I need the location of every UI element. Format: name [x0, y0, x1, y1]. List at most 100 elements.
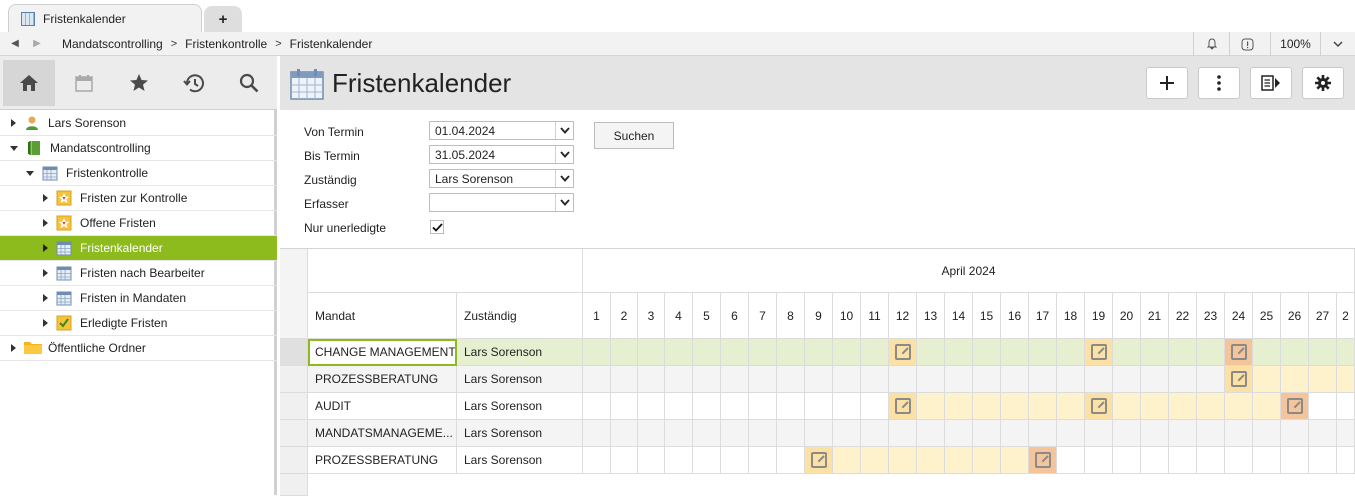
row-selector[interactable] [280, 366, 308, 393]
open-deadline-icon[interactable] [810, 452, 827, 468]
day-cell[interactable] [833, 339, 861, 366]
tree-item-fristen-in-mandaten[interactable]: Fristen in Mandaten [0, 286, 277, 311]
day-cell[interactable] [665, 420, 693, 447]
tree-item-fristenkalender[interactable]: Fristenkalender [0, 236, 277, 261]
day-cell[interactable] [1169, 447, 1197, 474]
zustaendig-select[interactable]: Lars Sorenson [429, 169, 574, 188]
alert-button[interactable] [1229, 32, 1265, 56]
day-cell[interactable] [1337, 339, 1355, 366]
day-cell[interactable] [638, 447, 665, 474]
day-cell[interactable] [973, 339, 1001, 366]
day-cell[interactable] [1253, 393, 1281, 420]
day-cell[interactable] [1029, 447, 1057, 474]
export-button[interactable] [1250, 67, 1292, 99]
day-cell[interactable] [805, 420, 833, 447]
settings-button[interactable] [1302, 67, 1344, 99]
day-cell[interactable] [583, 339, 611, 366]
day-cell[interactable] [1141, 447, 1169, 474]
back-icon[interactable]: ◀ [4, 38, 26, 49]
day-cell[interactable] [973, 420, 1001, 447]
day-cell[interactable] [833, 393, 861, 420]
day-cell[interactable] [945, 366, 973, 393]
day-cell[interactable] [889, 339, 917, 366]
day-cell[interactable] [1113, 393, 1141, 420]
expand-icon[interactable] [11, 119, 16, 127]
day-cell[interactable] [1085, 447, 1113, 474]
day-cell[interactable] [917, 420, 945, 447]
breadcrumb-fristenkalender[interactable]: Fristenkalender [290, 37, 373, 51]
day-cell[interactable] [1057, 420, 1085, 447]
day-cell[interactable] [805, 339, 833, 366]
day-cell[interactable] [1169, 366, 1197, 393]
day-cell[interactable] [1029, 393, 1057, 420]
history-button[interactable] [168, 60, 220, 106]
calendar-button[interactable] [58, 60, 110, 106]
column-header-zustaendig[interactable]: Zuständig [457, 293, 583, 339]
day-cell[interactable] [1057, 366, 1085, 393]
dropdown-button[interactable] [555, 146, 573, 163]
open-deadline-icon[interactable] [1230, 371, 1247, 387]
day-cell[interactable] [889, 447, 917, 474]
day-cell[interactable] [749, 366, 777, 393]
day-cell[interactable] [611, 366, 638, 393]
open-deadline-icon[interactable] [894, 398, 911, 414]
new-tab-button[interactable]: + [204, 6, 242, 32]
dropdown-button[interactable] [555, 122, 573, 139]
day-cell[interactable] [973, 447, 1001, 474]
day-cell[interactable] [611, 393, 638, 420]
day-cell[interactable] [1141, 393, 1169, 420]
day-cell[interactable] [1169, 339, 1197, 366]
day-cell[interactable] [611, 339, 638, 366]
tree-item-lars-sorenson[interactable]: Lars Sorenson [0, 111, 277, 136]
day-cell[interactable] [1001, 339, 1029, 366]
day-cell[interactable] [1281, 339, 1309, 366]
day-cell[interactable] [833, 366, 861, 393]
day-cell[interactable] [833, 420, 861, 447]
zoom-dropdown[interactable] [1320, 32, 1355, 56]
open-deadline-icon[interactable] [1286, 398, 1303, 414]
day-cell[interactable] [1225, 339, 1253, 366]
day-cell[interactable] [665, 447, 693, 474]
dropdown-button[interactable] [555, 194, 573, 211]
notification-button[interactable] [1193, 32, 1229, 56]
day-cell[interactable] [721, 393, 749, 420]
day-cell[interactable] [721, 339, 749, 366]
day-cell[interactable] [749, 420, 777, 447]
day-cell[interactable] [777, 447, 805, 474]
day-cell[interactable] [1281, 366, 1309, 393]
day-cell[interactable] [721, 366, 749, 393]
expand-icon[interactable] [11, 344, 16, 352]
day-cell[interactable] [1197, 447, 1225, 474]
day-cell[interactable] [1309, 420, 1337, 447]
day-cell[interactable] [805, 393, 833, 420]
nur-unerledigte-checkbox[interactable] [430, 220, 444, 234]
day-cell[interactable] [1253, 366, 1281, 393]
more-button[interactable] [1198, 67, 1240, 99]
expand-icon[interactable] [43, 194, 48, 202]
day-cell[interactable] [1281, 393, 1309, 420]
mandat-cell[interactable]: PROZESSBERATUNG [308, 447, 457, 474]
day-cell[interactable] [1225, 393, 1253, 420]
day-cell[interactable] [861, 339, 889, 366]
day-cell[interactable] [833, 447, 861, 474]
day-cell[interactable] [861, 393, 889, 420]
day-cell[interactable] [1253, 447, 1281, 474]
day-cell[interactable] [945, 393, 973, 420]
expand-icon[interactable] [43, 294, 48, 302]
tree-item-fristen-nach-bearbeiter[interactable]: Fristen nach Bearbeiter [0, 261, 277, 286]
day-cell[interactable] [1057, 447, 1085, 474]
bis-termin-select[interactable]: 31.05.2024 [429, 145, 574, 164]
day-cell[interactable] [665, 339, 693, 366]
day-cell[interactable] [1225, 420, 1253, 447]
day-cell[interactable] [1309, 366, 1337, 393]
home-button[interactable] [3, 60, 55, 106]
day-cell[interactable] [1057, 339, 1085, 366]
day-cell[interactable] [1001, 366, 1029, 393]
day-cell[interactable] [1309, 339, 1337, 366]
tree-item-erledigte-fristen[interactable]: Erledigte Fristen [0, 311, 277, 336]
row-selector[interactable] [280, 339, 308, 366]
day-cell[interactable] [1337, 366, 1355, 393]
mandat-cell[interactable]: CHANGE MANAGEMENT [308, 339, 457, 366]
day-cell[interactable] [749, 447, 777, 474]
day-cell[interactable] [1197, 339, 1225, 366]
